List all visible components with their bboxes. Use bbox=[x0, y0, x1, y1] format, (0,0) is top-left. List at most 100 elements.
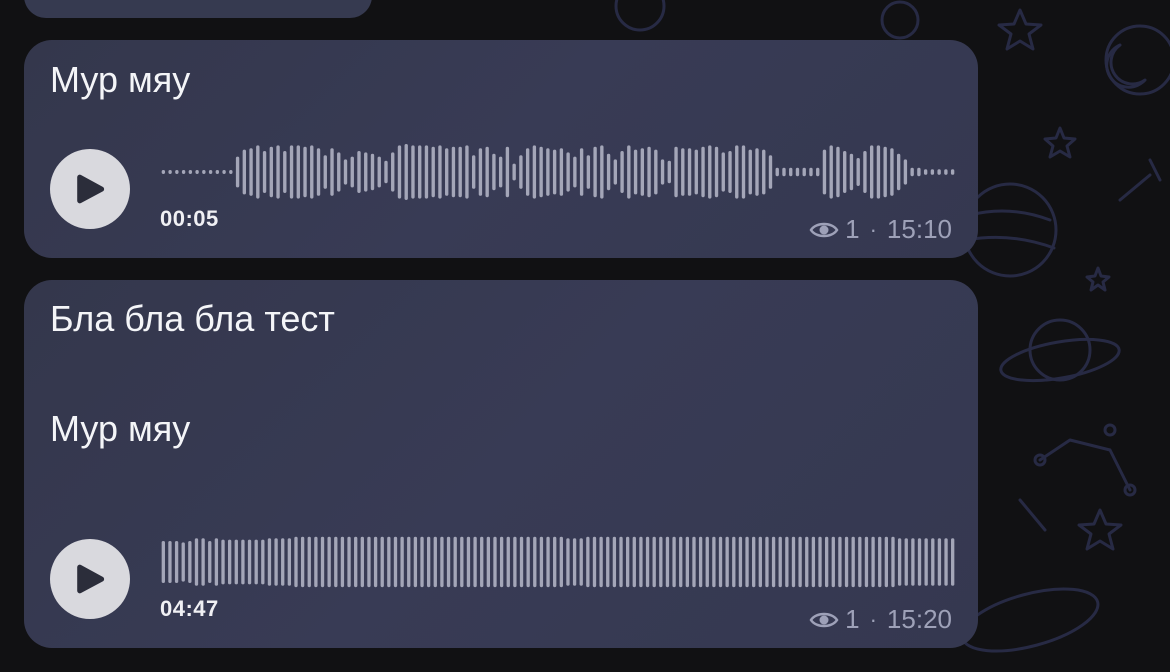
waveform-bar bbox=[267, 538, 272, 586]
waveform-bar bbox=[261, 539, 265, 585]
waveform-bar bbox=[632, 536, 636, 588]
waveform-bar bbox=[546, 148, 550, 196]
waveform-bar bbox=[486, 536, 491, 588]
waveform-bar bbox=[229, 170, 233, 174]
waveform-bar bbox=[896, 153, 901, 191]
waveform-bar bbox=[559, 148, 564, 196]
waveform-bar bbox=[685, 536, 690, 588]
waveform-bar bbox=[741, 145, 746, 199]
waveform-bar bbox=[269, 146, 273, 198]
waveform-bar bbox=[168, 541, 172, 583]
waveform-bar bbox=[525, 148, 530, 196]
waveform-bar bbox=[627, 145, 631, 199]
waveform-bar bbox=[215, 170, 220, 174]
waveform-bar bbox=[254, 539, 258, 585]
waveform-bar bbox=[883, 146, 887, 198]
message-text: Мур мяу bbox=[50, 408, 191, 449]
waveform-bar bbox=[878, 536, 882, 588]
waveform-bar bbox=[884, 536, 889, 588]
waveform-bar bbox=[705, 536, 709, 588]
voice-message-bubble[interactable]: Мур мяу 00:05 1 · 15:10 bbox=[24, 40, 978, 258]
waveform-bar bbox=[836, 146, 840, 198]
play-button[interactable] bbox=[50, 539, 130, 619]
waveform-bar bbox=[532, 145, 537, 199]
waveform-bar bbox=[241, 539, 245, 585]
waveform-bar bbox=[785, 536, 789, 588]
waveform-bar bbox=[350, 156, 354, 188]
waveform-bar bbox=[188, 541, 192, 583]
waveform-bar bbox=[377, 156, 381, 188]
waveform-bar bbox=[526, 536, 530, 588]
waveform-bar bbox=[647, 146, 651, 198]
waveform-bar bbox=[745, 536, 749, 588]
voice-message-bubble[interactable]: Бла бла бла тест Мур мяу 04:47 1 · 15:20 bbox=[24, 280, 978, 648]
waveform-bar bbox=[951, 538, 955, 586]
waveform-bar bbox=[485, 146, 489, 198]
waveform-bar bbox=[665, 536, 670, 588]
waveform-bar bbox=[762, 149, 766, 195]
waveform-bar bbox=[283, 151, 287, 193]
waveform-bar bbox=[397, 145, 402, 199]
waveform-bar bbox=[917, 167, 921, 177]
waveform-bar bbox=[903, 159, 908, 185]
waveform-bar bbox=[876, 145, 881, 199]
voice-waveform[interactable] bbox=[160, 532, 956, 592]
waveform-bar bbox=[242, 149, 247, 195]
waveform-bar bbox=[818, 536, 822, 588]
waveform-bar bbox=[367, 536, 371, 588]
waveform-bar bbox=[360, 536, 364, 588]
waveform-bar bbox=[572, 538, 577, 586]
waveform-bar bbox=[262, 151, 267, 193]
message-time: 15:20 bbox=[886, 604, 952, 634]
waveform-bar bbox=[816, 167, 820, 177]
waveform-bar bbox=[714, 146, 719, 198]
waveform-bar bbox=[712, 536, 716, 588]
waveform-bar bbox=[195, 170, 199, 174]
waveform-bar bbox=[692, 536, 696, 588]
waveform-bar bbox=[765, 536, 769, 588]
waveform-bar bbox=[811, 536, 816, 588]
waveform-bar bbox=[407, 536, 411, 588]
waveform-bar bbox=[320, 536, 325, 588]
waveform-bar bbox=[424, 145, 429, 199]
waveform-bar bbox=[579, 538, 583, 586]
waveform-bar bbox=[465, 145, 469, 199]
waveform-bar bbox=[728, 151, 732, 193]
message-time: 15:10 bbox=[886, 214, 952, 244]
waveform-bar bbox=[354, 536, 358, 588]
waveform-bar bbox=[775, 167, 779, 177]
waveform-bar bbox=[599, 536, 603, 588]
waveform-bar bbox=[679, 536, 683, 588]
waveform-bar bbox=[393, 536, 398, 588]
waveform-bar bbox=[838, 536, 842, 588]
waveform-bar bbox=[798, 536, 802, 588]
waveform-bar bbox=[660, 159, 665, 185]
waveform-bar bbox=[721, 152, 725, 192]
waveform-bar bbox=[276, 145, 280, 199]
waveform-bar bbox=[420, 536, 424, 588]
waveform-bar bbox=[606, 536, 610, 588]
waveform-bar bbox=[384, 160, 388, 184]
waveform-bar bbox=[701, 146, 705, 198]
waveform-bar bbox=[586, 536, 590, 588]
waveform-bar bbox=[188, 170, 193, 174]
waveform-bar bbox=[330, 148, 334, 196]
waveform-bar bbox=[208, 170, 213, 174]
waveform-bar bbox=[735, 145, 739, 199]
waveform-bar bbox=[863, 151, 867, 193]
waveform-bar bbox=[337, 152, 341, 192]
waveform-bar bbox=[755, 148, 759, 196]
voice-waveform[interactable] bbox=[160, 142, 956, 202]
waveform-bar bbox=[849, 153, 854, 191]
eye-icon bbox=[809, 222, 839, 237]
waveform-bar bbox=[566, 538, 570, 586]
waveform-bar bbox=[513, 536, 517, 588]
waveform-bar bbox=[586, 155, 591, 189]
waveform-bar bbox=[310, 145, 314, 199]
waveform-bar bbox=[247, 539, 252, 585]
waveform-bar bbox=[871, 536, 875, 588]
waveform-bar bbox=[175, 170, 179, 174]
play-button[interactable] bbox=[50, 149, 130, 229]
waveform-bar bbox=[519, 536, 524, 588]
waveform-bar bbox=[851, 536, 855, 588]
